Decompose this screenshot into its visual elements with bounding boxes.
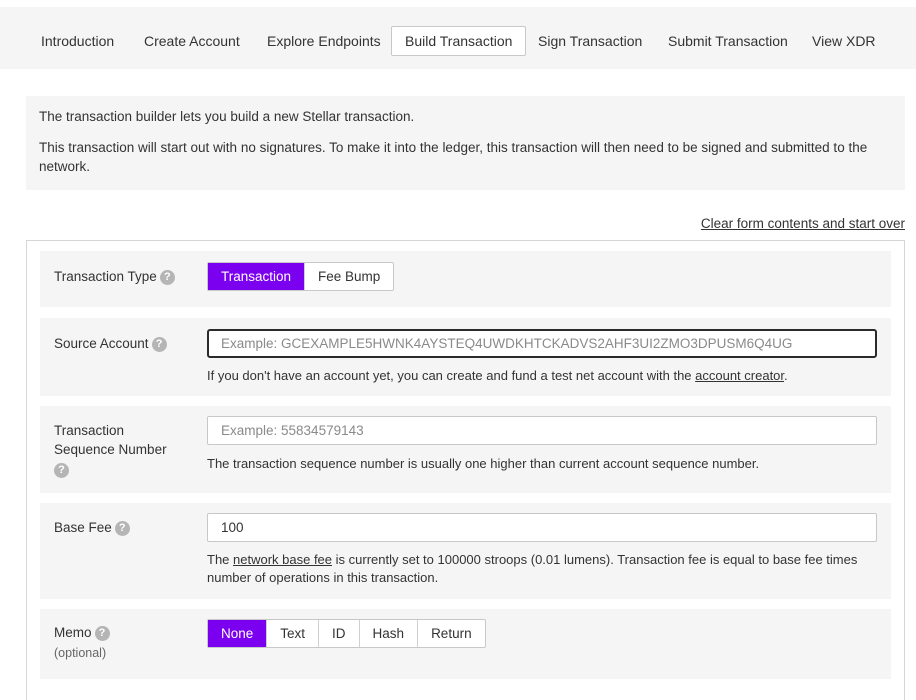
sequence-number-label-line2: Sequence Number bbox=[54, 442, 167, 457]
base-fee-note: The network base fee is currently set to… bbox=[207, 551, 877, 587]
base-fee-label-text: Base Fee bbox=[54, 520, 112, 535]
help-icon[interactable]: ? bbox=[151, 336, 167, 352]
source-account-label: Source Account? bbox=[54, 334, 167, 353]
network-base-fee-link[interactable]: network base fee bbox=[233, 552, 332, 567]
source-account-input[interactable] bbox=[207, 329, 877, 358]
transaction-type-option-transaction[interactable]: Transaction bbox=[208, 263, 306, 290]
tab-explore-endpoints[interactable]: Explore Endpoints bbox=[253, 26, 395, 56]
tab-submit-transaction[interactable]: Submit Transaction bbox=[654, 26, 802, 56]
sequence-number-note: The transaction sequence number is usual… bbox=[207, 456, 760, 471]
clear-form-link[interactable]: Clear form contents and start over bbox=[701, 216, 905, 231]
memo-option-text[interactable]: Text bbox=[267, 620, 320, 647]
source-account-note-end: . bbox=[784, 368, 788, 383]
transaction-type-row: Transaction Type? Transaction Fee Bump bbox=[40, 251, 891, 307]
memo-option-return[interactable]: Return bbox=[418, 620, 485, 647]
help-icon[interactable]: ? bbox=[114, 520, 130, 536]
sequence-number-input[interactable] bbox=[207, 416, 877, 445]
source-account-row: Source Account? If you don't have an acc… bbox=[40, 318, 891, 396]
transaction-type-label-text: Transaction Type bbox=[54, 269, 157, 284]
memo-label: Memo? (optional) bbox=[54, 623, 110, 663]
intro-text-2: This transaction will start out with no … bbox=[39, 140, 868, 174]
memo-label-text: Memo bbox=[54, 625, 92, 640]
memo-optional-label: (optional) bbox=[54, 646, 107, 660]
account-creator-link[interactable]: account creator bbox=[695, 368, 784, 383]
source-account-note-text: If you don't have an account yet, you ca… bbox=[207, 368, 696, 383]
transaction-type-toggle: Transaction Fee Bump bbox=[207, 262, 395, 291]
memo-type-toggle: None Text ID Hash Return bbox=[207, 619, 486, 648]
tab-view-xdr[interactable]: View XDR bbox=[798, 26, 890, 56]
sequence-number-label: Transaction Sequence Number ? bbox=[54, 421, 167, 479]
sequence-number-row: Transaction Sequence Number ? The transa… bbox=[40, 406, 891, 493]
transaction-type-option-fee-bump[interactable]: Fee Bump bbox=[305, 263, 393, 290]
tab-introduction[interactable]: Introduction bbox=[27, 26, 128, 56]
help-icon[interactable]: ? bbox=[54, 463, 69, 479]
base-fee-label: Base Fee? bbox=[54, 518, 130, 537]
base-fee-input[interactable] bbox=[207, 513, 877, 542]
memo-row: Memo? (optional) None Text ID Hash Retur… bbox=[40, 609, 891, 679]
transaction-type-label: Transaction Type? bbox=[54, 267, 175, 286]
source-account-note: If you don't have an account yet, you ca… bbox=[207, 367, 877, 385]
tab-create-account[interactable]: Create Account bbox=[130, 26, 254, 56]
memo-option-hash[interactable]: Hash bbox=[360, 620, 419, 647]
sequence-number-label-line1: Transaction bbox=[54, 423, 125, 438]
help-icon[interactable]: ? bbox=[94, 625, 110, 641]
transaction-form: Transaction Type? Transaction Fee Bump S… bbox=[26, 240, 905, 700]
tab-build-transaction[interactable]: Build Transaction bbox=[391, 26, 527, 56]
memo-option-none[interactable]: None bbox=[208, 620, 268, 647]
base-fee-note-text: The bbox=[207, 552, 234, 567]
intro-text-1: The transaction builder lets you build a… bbox=[39, 109, 415, 124]
top-navbar: Introduction Create Account Explore Endp… bbox=[0, 7, 916, 69]
tab-sign-transaction[interactable]: Sign Transaction bbox=[524, 26, 656, 56]
source-account-label-text: Source Account bbox=[54, 336, 149, 351]
help-icon[interactable]: ? bbox=[159, 269, 175, 285]
memo-option-id[interactable]: ID bbox=[319, 620, 360, 647]
base-fee-row: Base Fee? The network base fee is curren… bbox=[40, 503, 891, 599]
intro-panel: The transaction builder lets you build a… bbox=[26, 96, 905, 190]
